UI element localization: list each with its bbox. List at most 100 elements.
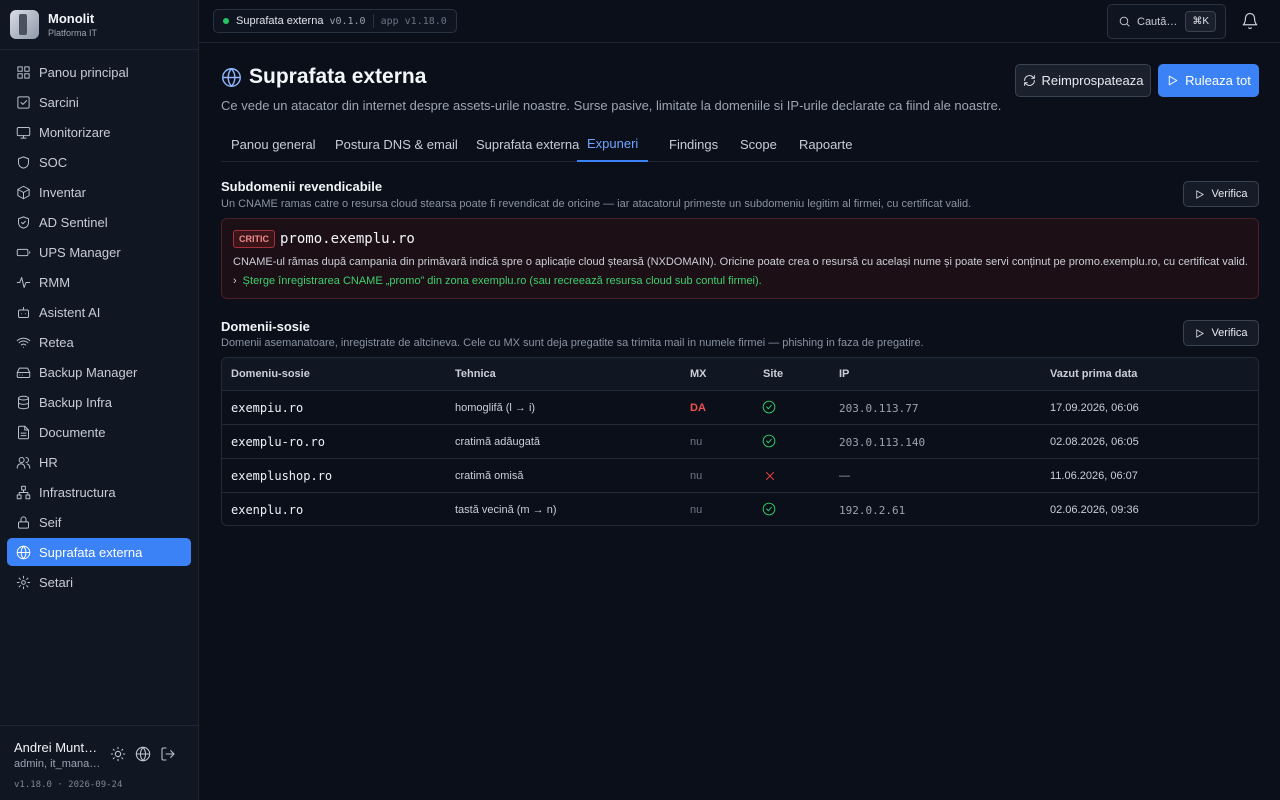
cell-first-seen: 11.06.2026, 06:07 (1050, 470, 1138, 482)
brand[interactable]: Monolit Platforma IT (0, 0, 198, 50)
table-row[interactable]: exempiu.ro homoglifă (l → i) DA 203.0.11… (222, 391, 1258, 425)
topbar: Suprafata externa v0.1.0 app v1.18.0 Cau… (199, 0, 1280, 43)
file-icon (18, 425, 29, 439)
alert-fix[interactable]: › Șterge înregistrarea CNAME „promo” din … (233, 275, 762, 287)
severity-badge: CRITIC (233, 230, 275, 248)
app-version: app v1.18.0 (380, 15, 447, 27)
tab-expuneri[interactable]: Expuneri (577, 127, 649, 162)
activity-icon (16, 276, 31, 288)
hard-drive-icon (16, 367, 31, 378)
tab-findings[interactable]: Findings (669, 127, 718, 162)
bell-icon (1242, 12, 1258, 30)
search-placeholder: Caută… (1137, 15, 1178, 28)
refresh-button[interactable]: Reimprospateaza (1015, 64, 1151, 97)
tab-suprafata-externa[interactable]: Suprafata externa (476, 127, 579, 162)
cell-mx: nu (690, 470, 703, 482)
checkbox-icon (17, 95, 30, 109)
lookalike-verify-button[interactable]: Verifica (1183, 320, 1259, 346)
sidebar-item-label: Retea (39, 334, 74, 350)
column-header[interactable]: IP (839, 368, 849, 380)
logout-icon[interactable] (160, 746, 176, 762)
sidebar-item-panou-principal[interactable]: Panou principal (7, 58, 191, 86)
check-circle-icon (762, 434, 776, 451)
sidebar-item-soc[interactable]: SOC (7, 148, 191, 176)
notifications-button[interactable] (1241, 12, 1259, 33)
sidebar-item-backup-infra[interactable]: Backup Infra (7, 388, 191, 416)
chevron-right-icon: › (233, 275, 237, 287)
module-version: v0.1.0 (329, 15, 366, 27)
tab-panou-general[interactable]: Panou general (231, 127, 316, 162)
language-globe-icon[interactable] (135, 746, 151, 762)
sidebar-item-seif[interactable]: Seif (7, 508, 191, 536)
sidebar-item-label: RMM (39, 274, 71, 290)
cell-technique: cratimă adăugată (455, 436, 540, 448)
users-icon (16, 456, 31, 469)
tab-postura-dns-email[interactable]: Postura DNS & email (335, 127, 458, 162)
grid-icon (17, 65, 30, 79)
brand-title: Monolit (48, 11, 95, 26)
column-header[interactable]: Site (763, 368, 783, 380)
sidebar-item-label: Backup Manager (39, 364, 138, 380)
user-name[interactable]: Andrei Munt… (14, 740, 97, 755)
sidebar-item-label: Suprafata externa (39, 544, 143, 560)
verify-label: Verifica (1211, 188, 1248, 200)
wifi-icon (16, 337, 31, 348)
sidebar-item-label: Panou principal (39, 64, 129, 80)
sidebar-item-inventar[interactable]: Inventar (7, 178, 191, 206)
lookalike-title: Domenii-sosie (221, 319, 310, 334)
sidebar-item-hr[interactable]: HR (7, 448, 191, 476)
sidebar-item-sarcini[interactable]: Sarcini (7, 88, 191, 116)
sidebar-item-setari[interactable]: Setari (7, 568, 191, 596)
lookalike-table: Domeniu-sosie Tehnica MX Site IP Vazut p… (221, 357, 1259, 526)
sidebar-item-asistent-ai[interactable]: Asistent AI (7, 298, 191, 326)
cell-ip: 192.0.2.61 (839, 504, 906, 517)
alert-domain: promo.exemplu.ro (280, 231, 415, 247)
battery-icon (16, 248, 31, 256)
claimable-description: Un CNAME ramas catre o resursa cloud ste… (221, 198, 972, 210)
column-header[interactable]: MX (690, 368, 707, 380)
sidebar-item-rmm[interactable]: RMM (7, 268, 191, 296)
tab-scope[interactable]: Scope (740, 127, 777, 162)
sidebar-item-backup-manager[interactable]: Backup Manager (7, 358, 191, 386)
sidebar-item-retea[interactable]: Retea (7, 328, 191, 356)
column-header[interactable]: Domeniu-sosie (231, 368, 310, 380)
table-row[interactable]: exemplu-ro.ro cratimă adăugată nu 203.0.… (222, 425, 1258, 459)
play-icon (1196, 189, 1205, 199)
table-row[interactable]: exemplushop.ro cratimă omisă nu — 11.06.… (222, 459, 1258, 493)
claimable-alert: CRITIC promo.exemplu.ro CNAME-ul rămas d… (221, 218, 1259, 299)
sidebar-item-documente[interactable]: Documente (7, 418, 191, 446)
table-row[interactable]: exenplu.ro tastă vecină (m → n) nu 192.0… (222, 493, 1258, 525)
globe-icon (222, 67, 241, 87)
run-all-button[interactable]: Ruleaza tot (1158, 64, 1259, 97)
sidebar-item-infrastructura[interactable]: Infrastructura (7, 478, 191, 506)
claimable-verify-button[interactable]: Verifica (1183, 181, 1259, 207)
search-shortcut: ⌘K (1185, 11, 1216, 32)
shield-icon (18, 155, 29, 169)
sidebar-item-ups-manager[interactable]: UPS Manager (7, 238, 191, 266)
box-icon (17, 185, 30, 199)
search-button[interactable]: Caută… ⌘K (1107, 4, 1226, 39)
sidebar-item-suprafata-externa[interactable]: Suprafata externa (7, 538, 191, 566)
column-header[interactable]: Tehnica (455, 368, 496, 380)
cell-ip: 203.0.113.140 (839, 436, 926, 449)
cell-mx: nu (690, 504, 703, 516)
module-pill[interactable]: Suprafata externa v0.1.0 app v1.18.0 (213, 9, 457, 33)
sidebar-item-label: Seif (39, 514, 62, 530)
tab-rapoarte[interactable]: Rapoarte (799, 127, 852, 162)
column-header[interactable]: Vazut prima data (1050, 368, 1137, 380)
cell-first-seen: 02.08.2026, 06:05 (1050, 436, 1139, 448)
cell-technique: tastă vecină (m → n) (455, 504, 557, 516)
cell-first-seen: 17.09.2026, 06:06 (1050, 402, 1139, 414)
run-all-label: Ruleaza tot (1185, 73, 1251, 88)
cell-domain: exemplu-ro.ro (231, 435, 325, 449)
sun-icon[interactable] (110, 746, 126, 762)
sidebar-item-ad-sentinel[interactable]: AD Sentinel (7, 208, 191, 236)
sidebar-item-label: Documente (39, 424, 106, 440)
page-title: Suprafata externa (249, 65, 427, 88)
monitor-icon (16, 126, 31, 139)
shield-check-icon (18, 215, 29, 229)
cell-domain: exenplu.ro (231, 503, 304, 517)
sidebar-item-monitorizare[interactable]: Monitorizare (7, 118, 191, 146)
cell-domain: exemplushop.ro (231, 469, 333, 483)
sidebar-item-label: HR (39, 454, 58, 470)
